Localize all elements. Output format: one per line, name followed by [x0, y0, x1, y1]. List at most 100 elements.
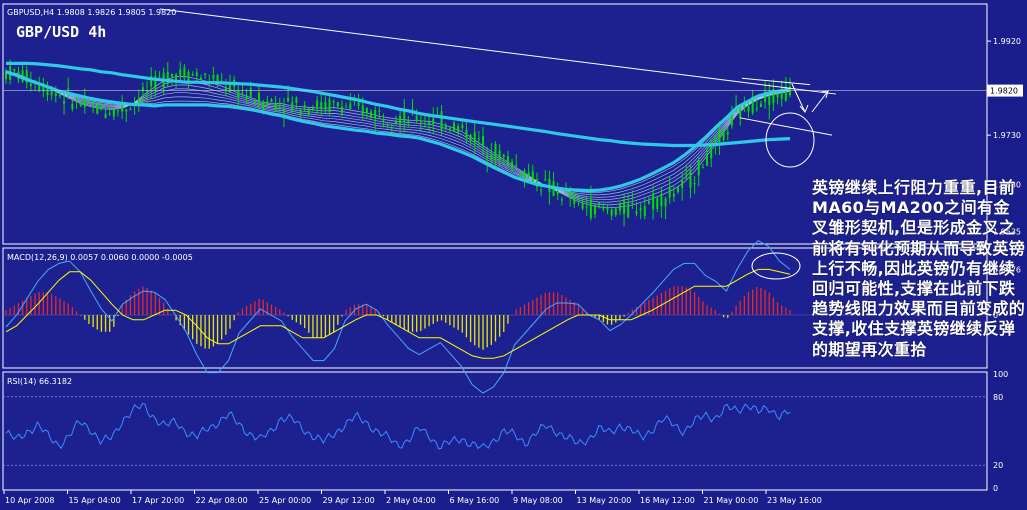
rsi-tick-label: 100: [993, 370, 1008, 379]
candle-body: [656, 198, 659, 209]
candle-body: [689, 170, 692, 188]
candle-body: [204, 73, 207, 75]
candle-body: [282, 109, 285, 114]
candle-body: [374, 110, 377, 119]
x-tick-label: 2 May 04:00: [386, 496, 436, 505]
candle-body: [170, 73, 173, 77]
candle-body: [199, 77, 202, 80]
candle-body: [448, 128, 451, 130]
candle-body: [67, 88, 70, 90]
candle-body: [490, 154, 493, 160]
candle-body: [191, 74, 194, 76]
candle-body: [378, 110, 381, 112]
candle-body: [87, 102, 90, 104]
rsi-header: RSI(14) 66.3182: [7, 377, 72, 386]
candle-body: [594, 204, 597, 215]
candle-body: [506, 156, 509, 166]
candle-body: [511, 161, 514, 169]
candle-body: [328, 99, 331, 113]
candle-body: [158, 76, 161, 78]
candle-body: [519, 174, 522, 176]
candle-body: [117, 109, 119, 111]
candle-body: [565, 191, 567, 193]
x-tick-label: 13 May 20:00: [577, 496, 632, 505]
x-tick-label: 25 Apr 00:00: [259, 496, 311, 505]
candle-body: [685, 175, 688, 177]
candle-body: [237, 89, 240, 99]
candle-body: [324, 101, 327, 110]
candle-body: [606, 207, 609, 211]
candle-body: [320, 101, 323, 110]
candle-body: [577, 197, 580, 200]
candle-body: [730, 114, 733, 126]
x-tick-label: 10 Apr 2008: [5, 496, 54, 505]
candle-body: [768, 96, 771, 106]
candle-body: [747, 106, 750, 112]
candle-body: [469, 134, 472, 141]
candle-body: [423, 120, 426, 122]
candle-body: [253, 101, 256, 104]
candle-body: [249, 87, 252, 98]
candle-body: [739, 107, 742, 119]
price-tick-label: 1.9730: [993, 131, 1021, 140]
candle-body: [652, 193, 655, 210]
candle-body: [556, 190, 559, 195]
rsi-tick-label: 20: [993, 461, 1003, 470]
candle-body: [440, 111, 443, 130]
candle-body: [345, 106, 348, 108]
chart-title: GBP/USD 4h: [16, 23, 106, 41]
candle-body: [457, 126, 460, 133]
x-tick-label: 23 May 16:00: [767, 496, 822, 505]
candle-body: [112, 108, 115, 117]
candle-body: [224, 87, 227, 91]
candle-body: [473, 131, 476, 144]
candle-body: [544, 179, 547, 181]
candle-body: [581, 202, 584, 209]
candle-body: [664, 198, 667, 207]
candle-body: [428, 121, 431, 125]
x-tick-label: 29 Apr 12:00: [323, 496, 375, 505]
candle-body: [179, 69, 182, 76]
candle-body: [336, 102, 339, 107]
candle-body: [444, 124, 447, 129]
candle-body: [146, 90, 149, 93]
x-tick-label: 9 May 08:00: [513, 496, 563, 505]
candle-body: [722, 129, 725, 140]
candle-body: [482, 136, 485, 146]
candle-body: [598, 202, 601, 206]
candle-body: [54, 93, 57, 96]
candle-body: [461, 125, 464, 128]
candle-body: [121, 104, 124, 112]
candle-body: [494, 143, 497, 160]
candle-body: [341, 106, 343, 114]
candle-body: [357, 102, 360, 106]
candle-body: [647, 200, 650, 204]
candle-body: [71, 103, 74, 110]
candle-body: [631, 203, 634, 205]
candle-body: [370, 111, 373, 119]
candle-body: [92, 105, 95, 107]
candle-body: [560, 199, 563, 201]
candle-body: [502, 154, 505, 158]
candle-body: [29, 83, 32, 86]
candle-body: [465, 129, 468, 139]
rsi-pane: [2, 371, 988, 491]
candle-body: [382, 119, 385, 121]
candle-body: [610, 209, 613, 216]
candle-body: [527, 172, 530, 177]
x-tick-label: 21 May 00:00: [704, 496, 759, 505]
candle-body: [614, 208, 617, 216]
candle-body: [453, 122, 455, 132]
x-tick-label: 22 Apr 08:00: [196, 496, 248, 505]
candle-body: [365, 108, 368, 114]
candle-body: [316, 100, 319, 109]
candle-body: [693, 183, 696, 185]
candle-body: [589, 199, 592, 219]
candle-body: [759, 103, 762, 108]
chart-window: 1.9820 1.9920 1.9730 1.9630 1.9535 0.0076 0 100…: [0, 0, 1027, 510]
candle-body: [79, 103, 82, 107]
candle-body: [602, 207, 605, 210]
candle-body: [212, 75, 215, 79]
candle-body: [241, 92, 244, 94]
candle-body: [523, 170, 526, 180]
